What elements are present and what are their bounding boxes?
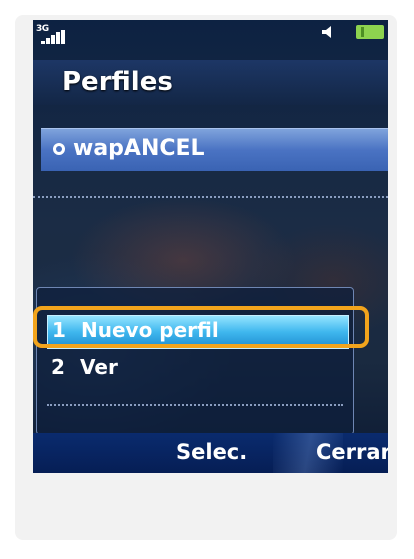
menu-item-label: Ver: [80, 355, 118, 379]
menu-item-number: 2: [51, 355, 65, 379]
phone-screen: 3G Perfiles wapANCEL 1 Nuevo perfil 2 Ve…: [33, 20, 388, 473]
radio-selected-icon: [53, 143, 65, 155]
page-title: Perfiles: [62, 67, 173, 97]
profile-item-wapancel[interactable]: wapANCEL: [41, 128, 388, 171]
softkey-select-button[interactable]: Selec.: [176, 440, 247, 464]
highlight-annotation: [33, 306, 369, 348]
divider: [33, 196, 388, 198]
softkey-close-button[interactable]: Cerrar: [316, 440, 388, 464]
signal-strength-icon: [41, 30, 67, 44]
menu-item-view[interactable]: 2 Ver: [47, 353, 347, 385]
speaker-icon: [322, 26, 331, 38]
status-bar: 3G: [33, 20, 388, 60]
profile-label: wapANCEL: [73, 136, 205, 161]
battery-icon: [356, 25, 384, 39]
divider: [47, 404, 343, 406]
softkey-bar: Selec. Cerrar: [33, 433, 388, 473]
